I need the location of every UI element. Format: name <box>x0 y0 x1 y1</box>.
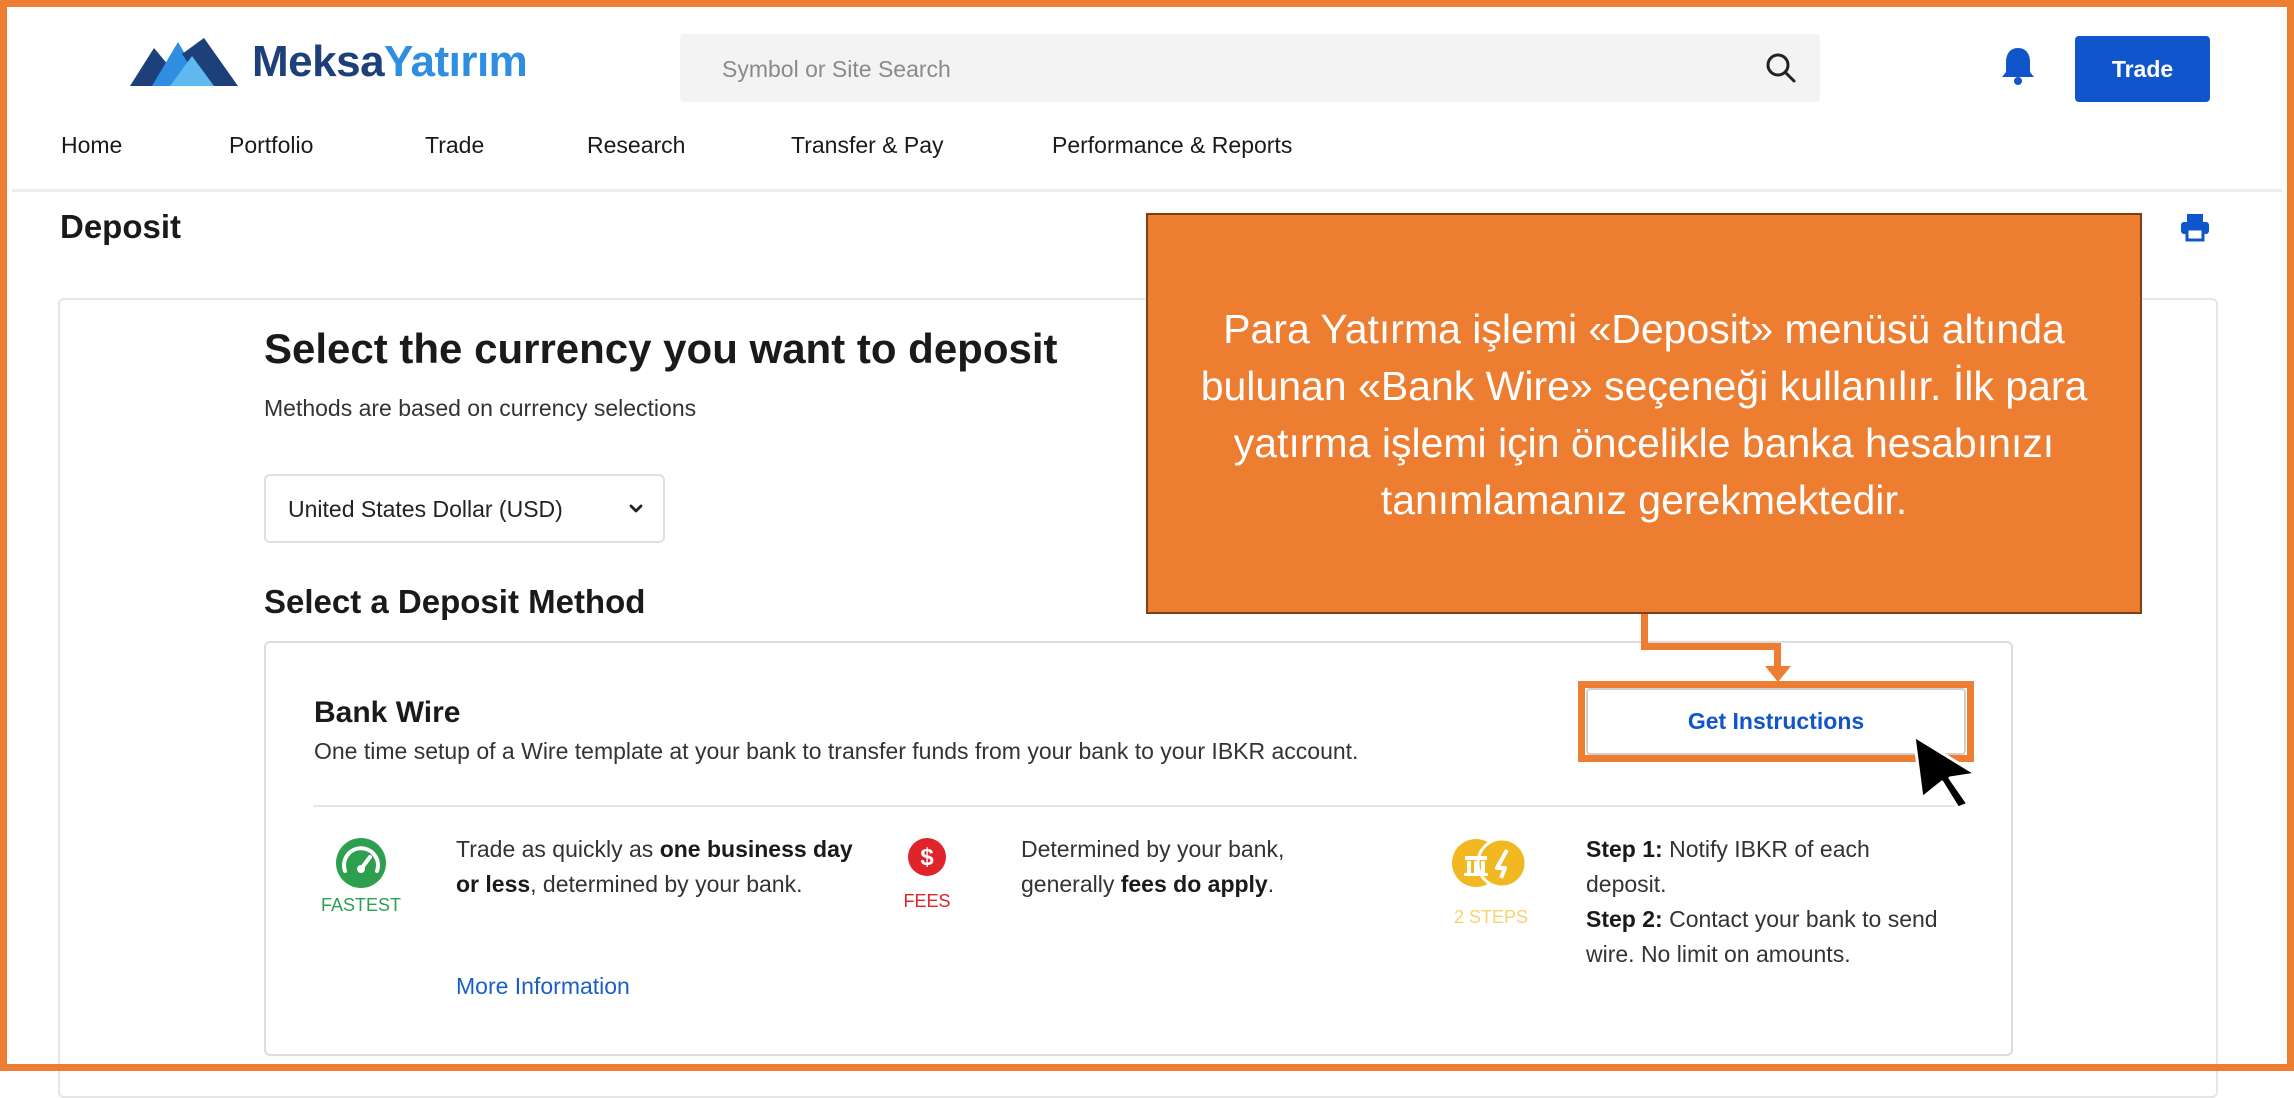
fastest-label: FASTEST <box>320 895 401 915</box>
steps-description: Step 1: Notify IBKR of each deposit. Step… <box>1586 836 1938 967</box>
page-title: Deposit <box>60 208 182 245</box>
get-instructions-button[interactable]: Get Instructions <box>1586 688 1966 755</box>
method-divider <box>313 805 1961 807</box>
more-information-link[interactable]: More Information <box>456 973 630 1000</box>
speed-description: Trade as quickly as one business day or … <box>456 836 853 897</box>
search-icon[interactable] <box>1764 51 1798 90</box>
logo-mark-icon <box>130 38 238 86</box>
currency-heading: Select the currency you want to deposit <box>264 325 1058 372</box>
brand-name-part2: Yatırım <box>384 37 528 86</box>
mouse-pointer-icon <box>1912 734 1978 810</box>
nav-item-portfolio[interactable]: Portfolio <box>229 132 313 159</box>
arrow-head-icon <box>1765 666 1791 682</box>
method-heading: Select a Deposit Method <box>264 583 646 620</box>
callout-text: Para Yatırma işlemi «Deposit» menüsü alt… <box>1200 306 2088 523</box>
callout-connector-horizontal <box>1641 643 1781 650</box>
dollar-icon: $ <box>907 837 947 882</box>
steps-label: 2 STEPS <box>1453 907 1529 927</box>
currency-subtext: Methods are based on currency selections <box>264 395 697 421</box>
printer-icon[interactable] <box>2180 212 2210 247</box>
chevron-down-icon <box>625 498 647 525</box>
fees-description: Determined by your bank, generally fees … <box>1021 836 1285 897</box>
currency-selected-value: United States Dollar (USD) <box>288 496 563 522</box>
brand-logo[interactable]: MeksaYatırım <box>130 34 528 90</box>
brand-name-part1: Meksa <box>252 37 385 86</box>
nav-divider <box>12 189 2282 192</box>
nav-item-research[interactable]: Research <box>587 132 685 159</box>
nav-item-transfer-pay[interactable]: Transfer & Pay <box>791 132 944 159</box>
method-title: Bank Wire <box>314 696 461 729</box>
bell-icon[interactable] <box>2000 46 2036 91</box>
fees-label: FEES <box>903 891 951 911</box>
bank-steps-icon <box>1451 837 1528 893</box>
nav-item-home[interactable]: Home <box>61 132 122 159</box>
nav-item-trade[interactable]: Trade <box>425 132 484 159</box>
trade-button[interactable]: Trade <box>2075 36 2210 102</box>
search-input[interactable] <box>720 34 1704 104</box>
speedometer-icon <box>335 837 387 894</box>
currency-select[interactable]: United States Dollar (USD) <box>264 474 665 543</box>
search-bar[interactable] <box>680 34 1820 104</box>
nav-item-performance-reports[interactable]: Performance & Reports <box>1052 132 1292 159</box>
callout-box: Para Yatırma işlemi «Deposit» menüsü alt… <box>1146 213 2142 614</box>
svg-text:$: $ <box>920 844 934 871</box>
method-description: One time setup of a Wire template at you… <box>314 738 1359 764</box>
